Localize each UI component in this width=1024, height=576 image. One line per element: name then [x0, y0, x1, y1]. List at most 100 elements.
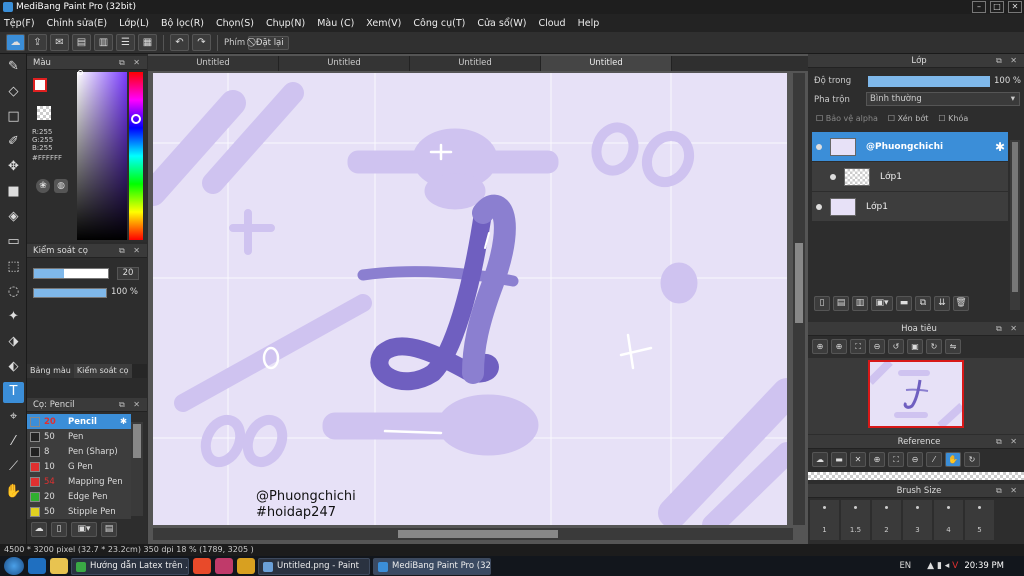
- menu-file[interactable]: Tệp(F): [4, 18, 35, 29]
- foreground-color-swatch[interactable]: [33, 78, 47, 92]
- brush-item[interactable]: 20 Pencil ✱: [27, 414, 131, 429]
- panel-controls-icon[interactable]: ⧉ ✕: [996, 54, 1020, 68]
- taskbar-item-medibang[interactable]: MediBang Paint Pro (32...: [373, 557, 491, 575]
- brush-size-value[interactable]: 20: [117, 267, 139, 280]
- menu-color[interactable]: Màu (C): [317, 18, 354, 29]
- reference-hand-icon[interactable]: ✋: [945, 452, 961, 467]
- brush-item[interactable]: 10 G Pen: [27, 459, 131, 474]
- start-button[interactable]: [4, 557, 24, 575]
- undo-icon[interactable]: ↶: [170, 34, 189, 51]
- brush-item[interactable]: 50 Pen: [27, 429, 131, 444]
- reference-fit-icon[interactable]: ⛶: [888, 452, 904, 467]
- brush-item[interactable]: 20 Edge Pen: [27, 489, 131, 504]
- language-indicator[interactable]: EN: [899, 561, 911, 571]
- reference-zoom-out-icon[interactable]: ⊖: [907, 452, 923, 467]
- zoom-out-icon[interactable]: ⊖: [869, 339, 885, 354]
- add-layer-menu-icon[interactable]: ▣▾: [871, 296, 893, 311]
- taskbar-item-browser[interactable]: Hướng dẫn Latex trên ...: [71, 557, 189, 575]
- reference-open-icon[interactable]: ▬: [831, 452, 847, 467]
- scrollbar-thumb[interactable]: [1012, 142, 1018, 292]
- layer-item[interactable]: Lớp1: [812, 192, 1008, 221]
- menu-snap[interactable]: Chụp(N): [266, 18, 305, 29]
- reference-cloud-icon[interactable]: ☁: [812, 452, 828, 467]
- duplicate-layer-icon[interactable]: ⧉: [915, 296, 931, 311]
- list-icon[interactable]: ☰: [116, 34, 135, 51]
- upload-icon[interactable]: ⇪: [28, 34, 47, 51]
- maximize-button[interactable]: □: [990, 1, 1004, 13]
- panel-controls-icon[interactable]: ⧉ ✕: [996, 484, 1020, 498]
- brush-size-slider[interactable]: [33, 268, 109, 279]
- text-tool-icon[interactable]: T: [3, 382, 24, 403]
- taskbar-item-paint[interactable]: Untitled.png - Paint: [258, 557, 370, 575]
- menu-tools[interactable]: Công cụ(T): [413, 18, 465, 29]
- eraser-tool-icon[interactable]: ◇: [3, 82, 24, 103]
- menu-filter[interactable]: Bộ lọc(R): [161, 18, 204, 29]
- zoom-in-icon[interactable]: ⊕: [812, 339, 828, 354]
- merge-layer-icon[interactable]: ⇊: [934, 296, 950, 311]
- navigator-preview[interactable]: [867, 359, 965, 429]
- select-pen-icon[interactable]: ⬗: [3, 332, 24, 353]
- operation-tool-icon[interactable]: ⌖: [3, 407, 24, 428]
- palette-icon[interactable]: ❀: [36, 179, 50, 193]
- brush-tool-icon[interactable]: ✎: [3, 57, 24, 78]
- page-icon[interactable]: ▥: [94, 34, 113, 51]
- hand-tool-icon[interactable]: ✋: [3, 482, 24, 503]
- new-layer-1bit-icon[interactable]: ▥: [852, 296, 868, 311]
- dot-tool-icon[interactable]: ✐: [3, 132, 24, 153]
- reset-button[interactable]: ⃠ Đặt lại: [248, 35, 289, 50]
- new-layer-icon[interactable]: ▯: [814, 296, 830, 311]
- menu-window[interactable]: Cửa sổ(W): [477, 18, 526, 29]
- layer-item[interactable]: Lớp1: [812, 162, 1008, 191]
- brush-size-cell[interactable]: 3: [903, 500, 932, 540]
- fill-rect-tool-icon[interactable]: ■: [3, 182, 24, 203]
- tab-untitled-2[interactable]: Untitled: [279, 56, 410, 71]
- fit-icon[interactable]: ⛶: [850, 339, 866, 354]
- brush-size-cell[interactable]: 1.5: [841, 500, 870, 540]
- layer-item[interactable]: @Phuongchichi ✱: [812, 132, 1008, 161]
- new-brush-icon[interactable]: ▯: [51, 522, 67, 537]
- panel-controls-icon[interactable]: ⧉ ✕: [996, 435, 1020, 449]
- brush-size-cell[interactable]: 5: [965, 500, 994, 540]
- protect-alpha-checkbox[interactable]: ☐ Bảo vệ alpha: [816, 114, 878, 123]
- rect-tool-icon[interactable]: □: [3, 107, 24, 128]
- brush-cloud-icon[interactable]: ☁: [31, 522, 47, 537]
- eyedropper-icon[interactable]: ⁄: [3, 432, 24, 453]
- lock-checkbox[interactable]: ☐ Khóa: [938, 114, 968, 123]
- explorer-icon[interactable]: [50, 558, 68, 574]
- menu-view[interactable]: Xem(V): [366, 18, 401, 29]
- artwork-canvas[interactable]: @Phuongchichi #hoidap247: [153, 73, 787, 525]
- minimize-button[interactable]: –: [972, 1, 986, 13]
- menu-cloud[interactable]: Cloud: [538, 18, 565, 29]
- brush-size-cell[interactable]: 4: [934, 500, 963, 540]
- tab-untitled-4[interactable]: Untitled: [541, 56, 672, 71]
- scrollbar-thumb[interactable]: [133, 424, 141, 458]
- reference-rotate-icon[interactable]: ↻: [964, 452, 980, 467]
- fit-window-icon[interactable]: ▣: [907, 339, 923, 354]
- menu-help[interactable]: Help: [578, 18, 600, 29]
- new-layer-8bit-icon[interactable]: ▤: [833, 296, 849, 311]
- comment-icon[interactable]: ✉: [50, 34, 69, 51]
- zoom-in-2-icon[interactable]: ⊕: [831, 339, 847, 354]
- tab-palette[interactable]: Bảng màu: [27, 364, 74, 378]
- brush-size-cell[interactable]: 2: [872, 500, 901, 540]
- app-icon-pink[interactable]: [215, 558, 233, 574]
- tab-untitled-3[interactable]: Untitled: [410, 56, 541, 71]
- brush-size-cell[interactable]: 1: [810, 500, 839, 540]
- gradient-tool-icon[interactable]: ▭: [3, 232, 24, 253]
- layer-list-scrollbar[interactable]: [1010, 140, 1020, 310]
- menu-layer[interactable]: Lớp(L): [119, 18, 149, 29]
- menu-select[interactable]: Chọn(S): [216, 18, 254, 29]
- brush-item[interactable]: 54 Mapping Pen: [27, 474, 131, 489]
- delete-layer-icon[interactable]: 🗑: [953, 296, 969, 311]
- visibility-toggle[interactable]: [816, 143, 822, 150]
- select-eraser-icon[interactable]: ⬖: [3, 357, 24, 378]
- flip-icon[interactable]: ⇋: [945, 339, 961, 354]
- brush-item[interactable]: 8 Pen (Sharp): [27, 444, 131, 459]
- color-settings-icon[interactable]: ◍: [54, 179, 68, 193]
- canvas-horizontal-scrollbar[interactable]: [153, 528, 793, 540]
- brush-opacity-slider[interactable]: [33, 288, 107, 298]
- brush-item[interactable]: 50 Stipple Pen: [27, 504, 131, 519]
- tab-brush-control[interactable]: Kiểm soát cọ: [73, 364, 132, 378]
- hue-slider[interactable]: [129, 72, 143, 240]
- rotate-right-icon[interactable]: ↻: [926, 339, 942, 354]
